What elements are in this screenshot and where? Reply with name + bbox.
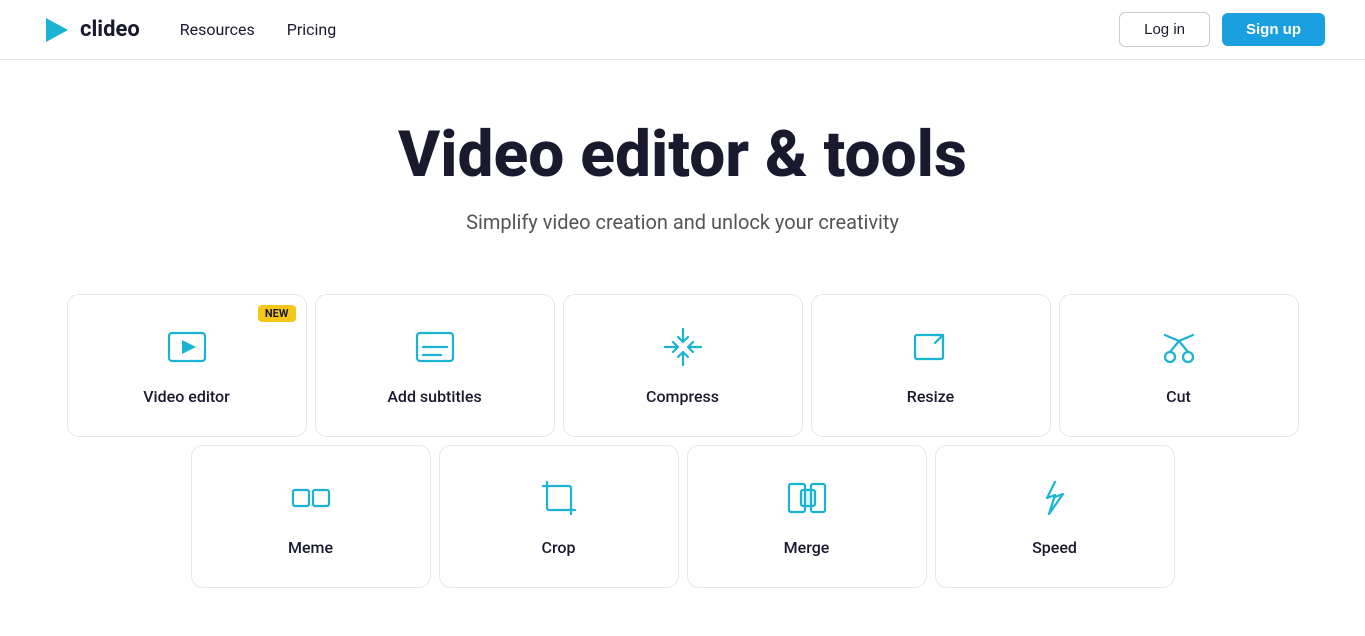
tool-card-video-editor[interactable]: NEW Video editor xyxy=(67,294,307,437)
compress-label: Compress xyxy=(646,387,719,406)
nav-actions: Log in Sign up xyxy=(1119,12,1325,47)
resize-label: Resize xyxy=(907,387,954,406)
cut-label: Cut xyxy=(1166,387,1191,406)
hero-section: Video editor & tools Simplify video crea… xyxy=(0,60,1365,274)
navbar: clideo Resources Pricing Log in Sign up xyxy=(0,0,1365,60)
signup-button[interactable]: Sign up xyxy=(1222,13,1325,46)
crop-icon xyxy=(537,476,581,524)
nav-links: Resources Pricing xyxy=(180,20,1119,39)
tool-card-add-subtitles[interactable]: Add subtitles xyxy=(315,294,555,437)
merge-label: Merge xyxy=(784,538,830,557)
resize-icon xyxy=(909,325,953,373)
tool-card-crop[interactable]: Crop xyxy=(439,445,679,588)
tool-card-compress[interactable]: Compress xyxy=(563,294,803,437)
nav-link-resources[interactable]: Resources xyxy=(180,20,255,39)
speed-label: Speed xyxy=(1032,538,1077,557)
merge-icon xyxy=(785,476,829,524)
logo[interactable]: clideo xyxy=(40,14,140,46)
cut-icon xyxy=(1157,325,1201,373)
subtitles-icon xyxy=(413,325,457,373)
hero-title: Video editor & tools xyxy=(20,120,1345,190)
tool-card-merge[interactable]: Merge xyxy=(687,445,927,588)
add-subtitles-label: Add subtitles xyxy=(387,387,481,406)
tool-card-speed[interactable]: Speed xyxy=(935,445,1175,588)
tools-row-1: NEW Video editor Add subtitles xyxy=(60,294,1305,437)
logo-icon xyxy=(40,14,72,46)
video-editor-label: Video editor xyxy=(143,387,230,406)
meme-label: Meme xyxy=(288,538,333,557)
hero-subtitle: Simplify video creation and unlock your … xyxy=(20,210,1345,234)
login-button[interactable]: Log in xyxy=(1119,12,1210,47)
logo-text: clideo xyxy=(80,17,140,42)
nav-link-pricing[interactable]: Pricing xyxy=(287,20,337,39)
meme-icon xyxy=(289,476,333,524)
tools-section: NEW Video editor Add subtitles xyxy=(0,274,1365,636)
tool-card-cut[interactable]: Cut xyxy=(1059,294,1299,437)
tools-row-2: Meme Crop xyxy=(60,445,1305,588)
tool-card-meme[interactable]: Meme xyxy=(191,445,431,588)
new-badge: NEW xyxy=(258,305,296,322)
video-editor-icon xyxy=(165,325,209,373)
crop-label: Crop xyxy=(542,538,576,557)
speed-icon xyxy=(1033,476,1077,524)
tool-card-resize[interactable]: Resize xyxy=(811,294,1051,437)
compress-icon xyxy=(661,325,705,373)
